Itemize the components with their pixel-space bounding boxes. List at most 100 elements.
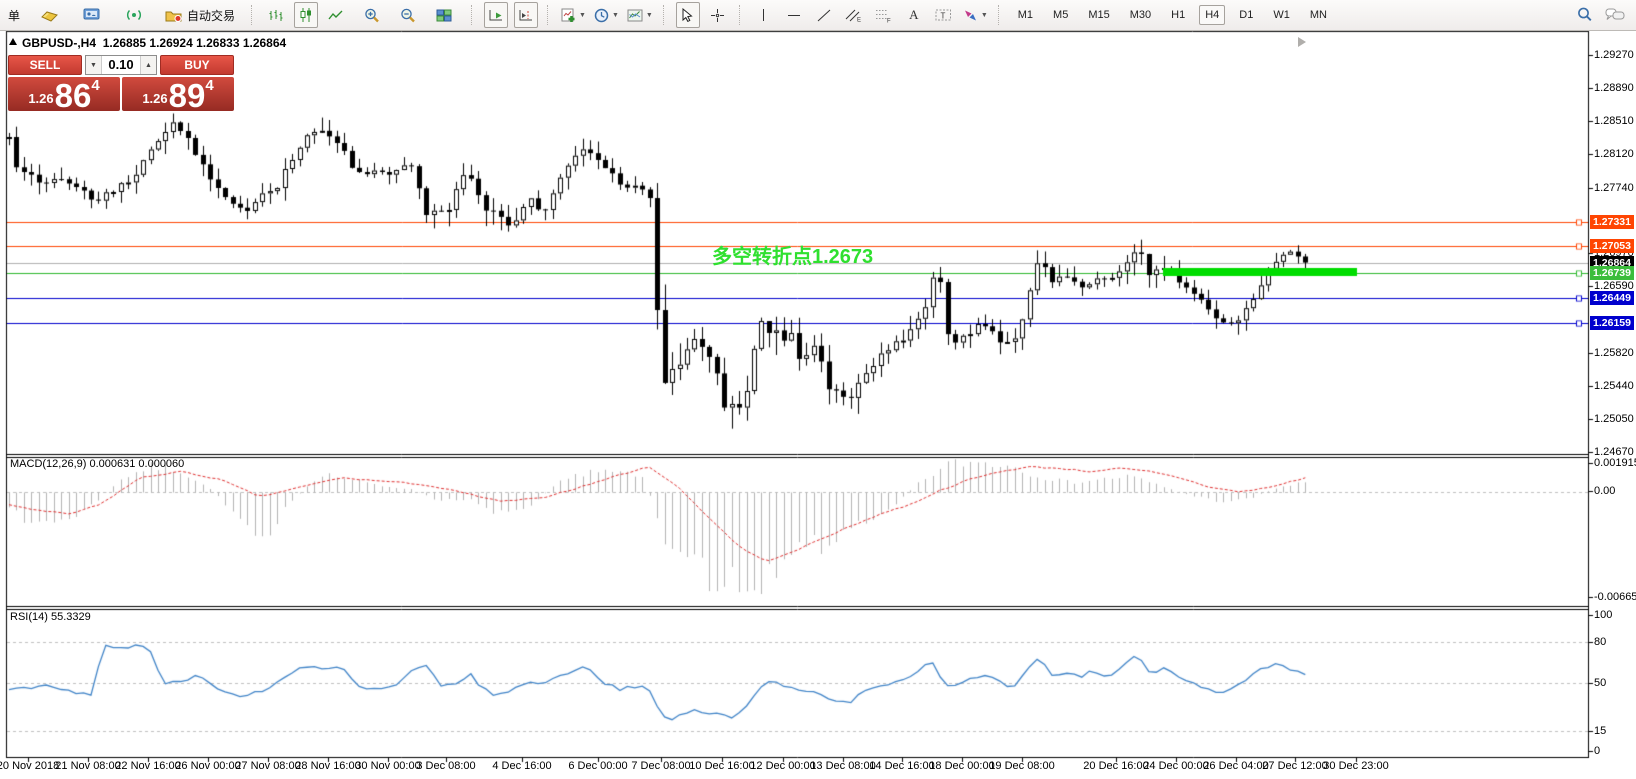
rsi-axis-label: 50: [1594, 677, 1606, 689]
price-axis-label: 1.29270: [1594, 49, 1634, 61]
equidistant-channel-icon[interactable]: E: [842, 2, 866, 28]
macd-axis-label: 0.00: [1594, 485, 1615, 497]
toolbar-grip: [663, 5, 667, 25]
new-order-label: 单: [8, 7, 20, 24]
timeframe-button-m5[interactable]: M5: [1047, 5, 1074, 25]
volume-value[interactable]: 0.10: [102, 56, 140, 74]
add-indicator-icon[interactable]: ▼: [560, 2, 587, 28]
time-axis-label: 20 Dec 16:00: [1083, 760, 1148, 772]
toolbar-grip: [547, 5, 551, 25]
price-axis-label: 1.25440: [1594, 380, 1634, 392]
time-axis-label: 10 Dec 16:00: [689, 760, 754, 772]
price-axis-label: 1.28120: [1594, 148, 1634, 160]
timeframe-button-d1[interactable]: D1: [1233, 5, 1259, 25]
toolbar-grip: [998, 5, 1002, 25]
zoom-out-icon[interactable]: [396, 2, 420, 28]
autotrade-button[interactable]: 自动交易: [164, 2, 236, 28]
time-axis-label: 6 Dec 00:00: [568, 760, 627, 772]
timeframe-button-mn[interactable]: MN: [1304, 5, 1333, 25]
chev ron-down-icon: ▼: [646, 12, 653, 19]
arrows-tool-icon[interactable]: ▼: [962, 2, 989, 28]
price-tag: 1.26739: [1590, 266, 1634, 280]
buy-price-big: 89: [169, 82, 206, 109]
one-click-trading-panel: SELL ▼ 0.10 ▲ BUY 1.26 86 4 1.26 89 4: [8, 55, 234, 111]
text-label-icon[interactable]: T: [932, 2, 956, 28]
zoom-in-icon[interactable]: [360, 2, 384, 28]
timeframe-button-h1[interactable]: H1: [1165, 5, 1191, 25]
timeframe-button-h4[interactable]: H4: [1199, 5, 1225, 25]
gold-bar-icon[interactable]: [38, 2, 62, 28]
macd-axis-label: -0.006659: [1594, 591, 1636, 603]
time-axis-label: 20 Nov 2018: [0, 760, 59, 772]
sell-price-small: 1.26: [28, 91, 53, 106]
time-axis-label: 27 Dec 12:00: [1262, 760, 1327, 772]
chart-canvas[interactable]: [0, 0, 1636, 779]
timeframe-button-w1[interactable]: W1: [1267, 5, 1296, 25]
time-axis-label: 27 Nov 08:00: [235, 760, 300, 772]
sell-price-big: 86: [55, 82, 92, 109]
horizontal-line-icon[interactable]: [782, 2, 806, 28]
price-axis-label: 1.25050: [1594, 413, 1634, 425]
timeframe-button-m1[interactable]: M1: [1012, 5, 1039, 25]
cursor-icon[interactable]: [676, 2, 700, 28]
time-axis-label: 18 Dec 00:00: [929, 760, 994, 772]
chart-title: GBPUSD-,H4 1.26885 1.26924 1.26833 1.268…: [22, 36, 286, 50]
trendline-icon[interactable]: [812, 2, 836, 28]
timeframe-button-m15[interactable]: M15: [1082, 5, 1115, 25]
macd-pane-label: MACD(12,26,9) 0.000631 0.000060: [10, 458, 184, 470]
candlestick-chart-icon[interactable]: [294, 2, 318, 28]
pivot-annotation-text[interactable]: 多空转折点1.2673: [712, 240, 873, 269]
crosshair-icon[interactable]: [706, 2, 730, 28]
rsi-axis-label: 80: [1594, 636, 1606, 648]
rsi-axis-label: 100: [1594, 609, 1612, 621]
chevron-down-icon: ▼: [981, 12, 988, 19]
time-axis-label: 30 Nov 00:00: [355, 760, 420, 772]
sell-button[interactable]: SELL: [8, 55, 82, 75]
period-clock-icon[interactable]: ▼: [593, 2, 620, 28]
line-chart-icon[interactable]: [324, 2, 348, 28]
toolbar-grip: [251, 5, 255, 25]
text-tool-icon[interactable]: A: [902, 2, 926, 28]
sell-price-box[interactable]: 1.26 86 4: [8, 77, 120, 111]
price-tag: 1.27053: [1590, 239, 1634, 253]
search-icon[interactable]: [1573, 2, 1597, 28]
market-watch-icon[interactable]: [80, 2, 104, 28]
timeframe-button-m30[interactable]: M30: [1124, 5, 1157, 25]
volume-up-button[interactable]: ▲: [140, 56, 156, 74]
template-icon[interactable]: ▼: [626, 2, 654, 28]
bar-chart-icon[interactable]: [264, 2, 288, 28]
chart-title-quotes: 1.26885 1.26924 1.26833 1.26864: [103, 36, 287, 50]
main-toolbar: 单 自动交易 ▼ ▼: [0, 0, 1636, 31]
buy-price-box[interactable]: 1.26 89 4: [122, 77, 234, 111]
time-axis-label: 14 Dec 16:00: [869, 760, 934, 772]
new-order-button[interactable]: 单: [2, 2, 26, 28]
price-tag: 1.26449: [1590, 291, 1634, 305]
time-axis-label: 13 Dec 08:00: [810, 760, 875, 772]
fibonacci-icon[interactable]: F: [872, 2, 896, 28]
signal-icon[interactable]: [122, 2, 146, 28]
chevron-down-icon: ▼: [579, 12, 586, 19]
svg-text:F: F: [887, 18, 891, 23]
chart-shift-icon[interactable]: [514, 2, 538, 28]
chart-title-symbol: GBPUSD-,H4: [22, 36, 96, 50]
rsi-axis-label: 15: [1594, 725, 1606, 737]
chart-shift-marker-icon: [1298, 37, 1306, 47]
buy-button[interactable]: BUY: [160, 55, 234, 75]
tile-windows-icon[interactable]: [432, 2, 456, 28]
macd-axis-label: 0.001915: [1594, 457, 1636, 469]
chat-icon[interactable]: [1603, 2, 1627, 28]
vertical-line-icon[interactable]: [752, 2, 776, 28]
collapse-triangle-icon[interactable]: [9, 38, 17, 45]
volume-down-button[interactable]: ▼: [86, 56, 102, 74]
toolbar-grip: [471, 5, 475, 25]
autotrade-label: 自动交易: [187, 7, 235, 24]
rsi-axis-label: 0: [1594, 745, 1600, 757]
time-axis-label: 19 Dec 08:00: [989, 760, 1054, 772]
auto-scroll-icon[interactable]: [484, 2, 508, 28]
time-axis-label: 12 Dec 00:00: [750, 760, 815, 772]
time-axis-label: 7 Dec 08:00: [631, 760, 690, 772]
price-axis-label: 1.27740: [1594, 182, 1634, 194]
rsi-pane-label: RSI(14) 55.3329: [10, 611, 91, 623]
volume-stepper: ▼ 0.10 ▲: [85, 55, 157, 75]
time-axis-label: 26 Dec 04:00: [1203, 760, 1268, 772]
